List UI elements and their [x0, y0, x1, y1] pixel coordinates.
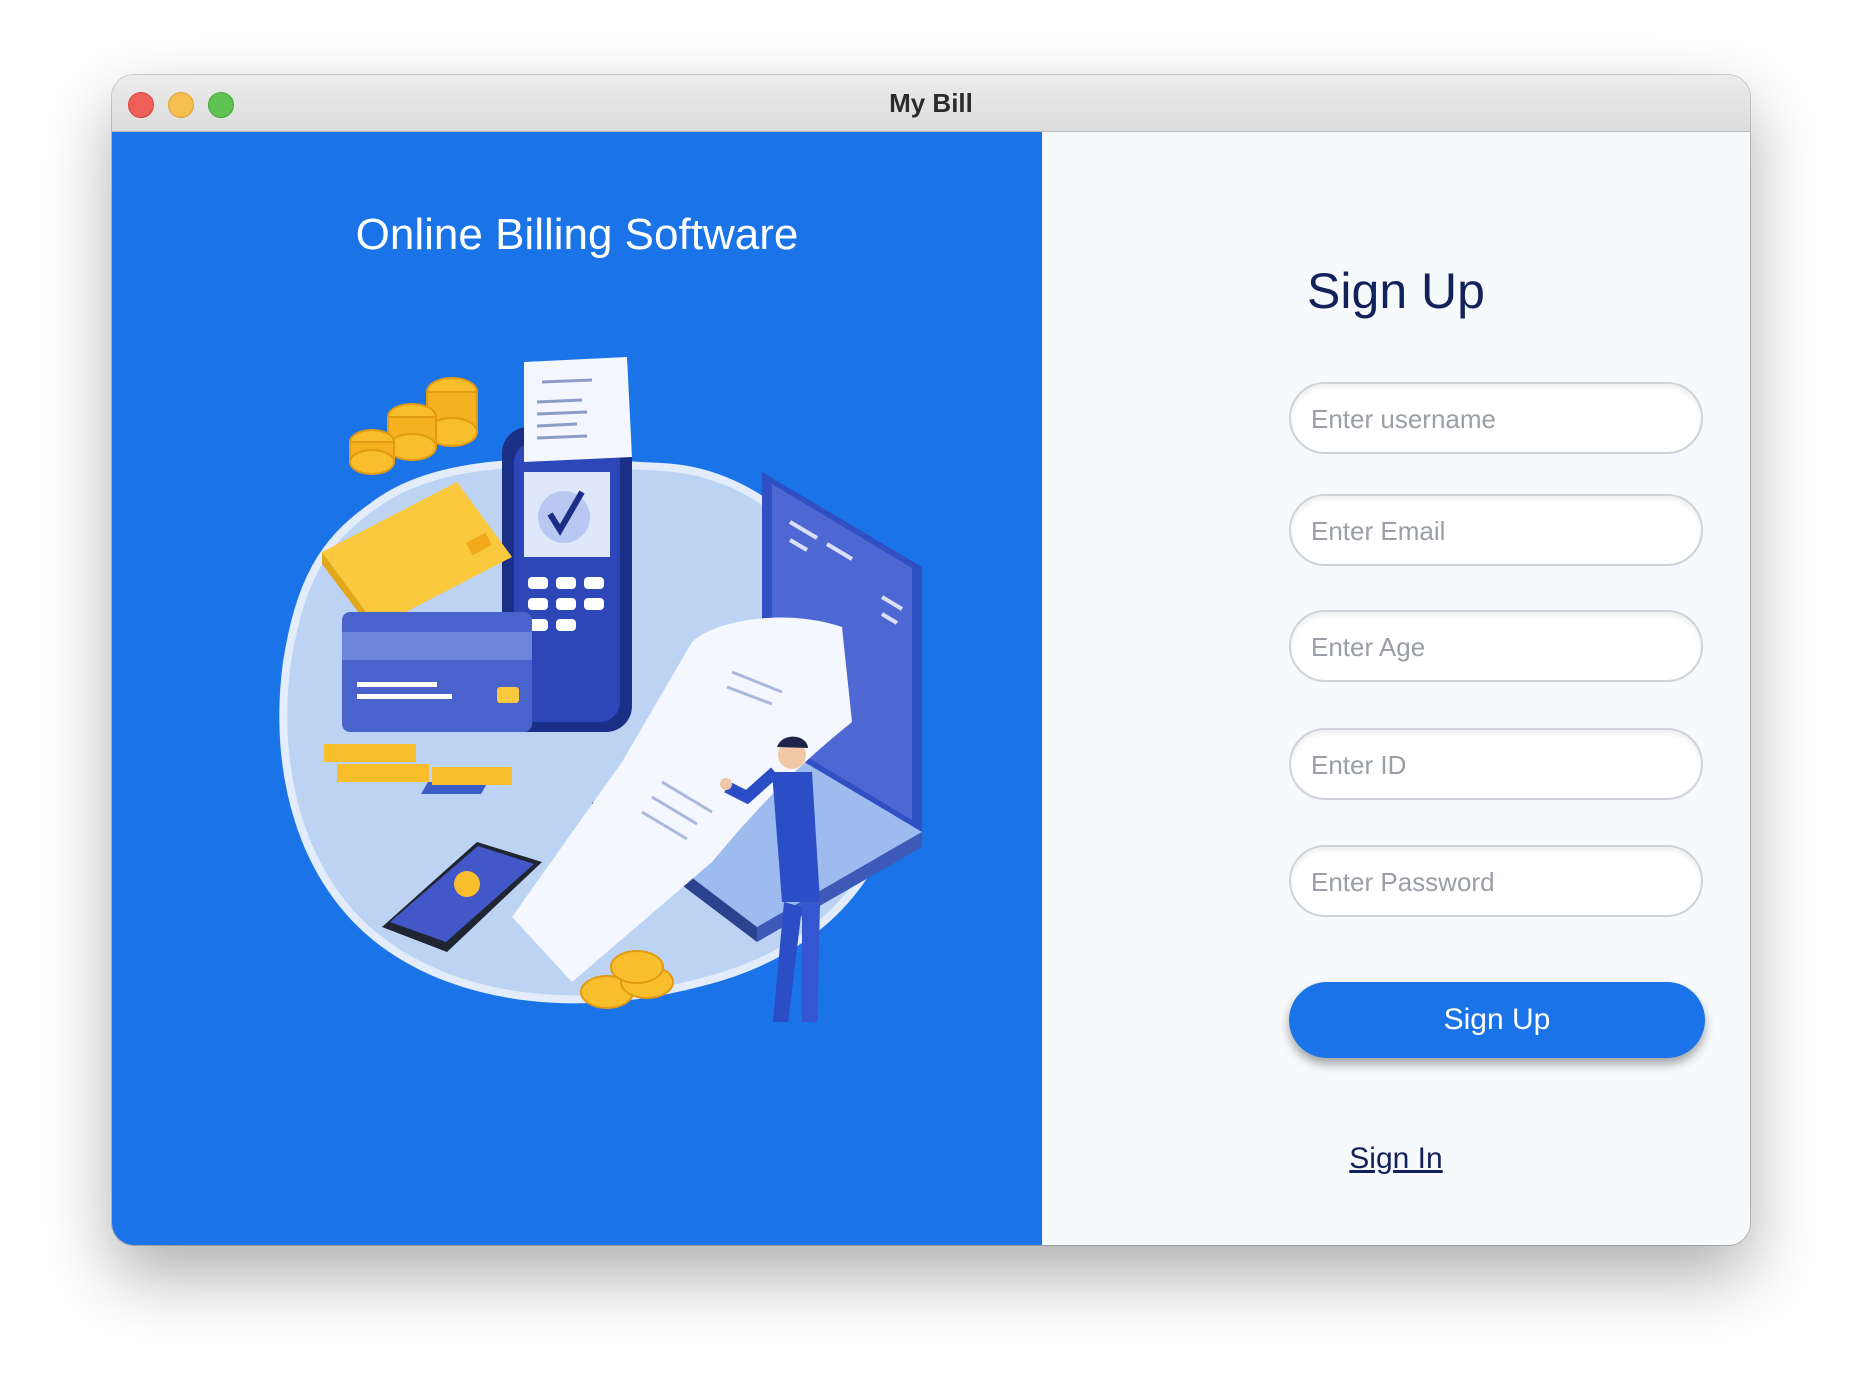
- username-field: [1289, 382, 1703, 454]
- window-title: My Bill: [889, 88, 973, 118]
- age-field: [1289, 610, 1703, 682]
- username-input[interactable]: [1309, 384, 1683, 454]
- id-field: [1289, 728, 1703, 800]
- signup-panel: Sign Up Sign Up Sign In: [1042, 132, 1750, 1245]
- email-field: [1289, 494, 1703, 566]
- coins-icon: [349, 377, 478, 475]
- billing-illustration: [279, 357, 922, 1022]
- hero-title: Online Billing Software: [355, 210, 799, 259]
- hero-panel: Online Billing Software: [112, 132, 1042, 1245]
- debit-card-icon: [342, 612, 532, 732]
- app-window: My Bill Online Billing Software Sign Up …: [112, 75, 1750, 1245]
- signin-link[interactable]: Sign In: [1042, 1142, 1750, 1176]
- signup-heading: Sign Up: [1307, 263, 1485, 319]
- title-bar: My Bill: [112, 75, 1750, 132]
- id-input[interactable]: [1309, 730, 1683, 800]
- email-input[interactable]: [1309, 496, 1683, 566]
- password-field: [1289, 845, 1703, 917]
- signup-button[interactable]: Sign Up: [1289, 982, 1705, 1058]
- age-input[interactable]: [1309, 612, 1683, 682]
- password-input[interactable]: [1309, 847, 1683, 917]
